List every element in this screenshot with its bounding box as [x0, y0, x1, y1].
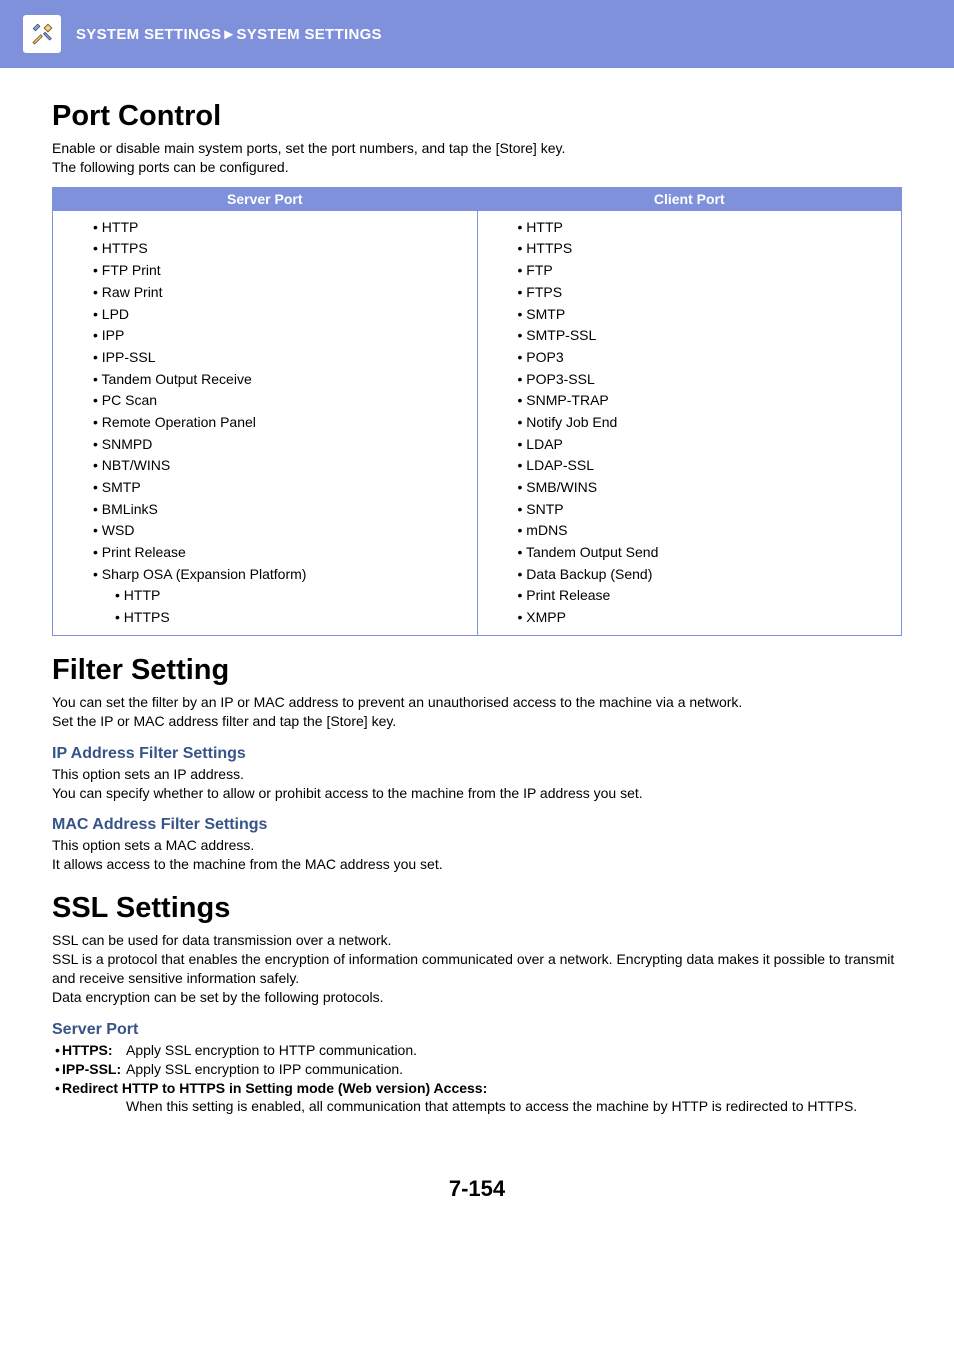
list-item: BMLinkS	[93, 499, 459, 521]
list-item: SMTP-SSL	[518, 325, 884, 347]
text: This option sets a MAC address.	[52, 837, 254, 853]
ssl-ipp-term: IPP-SSL:	[62, 1060, 126, 1079]
text: This option sets an IP address.	[52, 766, 244, 782]
ip-filter-heading: IP Address Filter Settings	[52, 745, 902, 763]
port-control-title: Port Control	[52, 100, 902, 133]
list-item: SNMPD	[93, 434, 459, 456]
text: The following ports can be configured.	[52, 159, 289, 175]
list-item: SMB/WINS	[518, 477, 884, 499]
breadcrumb: SYSTEM SETTINGS►SYSTEM SETTINGS	[76, 26, 382, 43]
list-item: SMTP	[93, 477, 459, 499]
list-item: NBT/WINS	[93, 455, 459, 477]
list-item: Tandem Output Receive	[93, 369, 459, 391]
client-port-header: Client Port	[477, 187, 902, 210]
list-item: HTTP	[518, 217, 884, 239]
ssl-definitions: • HTTPS: Apply SSL encryption to HTTP co…	[52, 1041, 902, 1117]
filter-intro: You can set the filter by an IP or MAC a…	[52, 693, 902, 731]
text: It allows access to the machine from the…	[52, 856, 443, 872]
list-item: HTTP	[93, 585, 459, 607]
list-item: IPP	[93, 325, 459, 347]
header-bar: SYSTEM SETTINGS►SYSTEM SETTINGS	[0, 0, 954, 68]
list-item: LPD	[93, 304, 459, 326]
list-item: PC Scan	[93, 390, 459, 412]
ssl-https-term: HTTPS:	[62, 1041, 126, 1060]
text: SSL can be used for data transmission ov…	[52, 932, 392, 948]
list-item: Data Backup (Send)	[518, 564, 884, 586]
ssl-redirect-desc: When this setting is enabled, all commun…	[52, 1097, 902, 1116]
filter-title: Filter Setting	[52, 654, 902, 687]
ssl-ipp-row: • IPP-SSL: Apply SSL encryption to IPP c…	[52, 1060, 902, 1079]
text: SSL is a protocol that enables the encry…	[52, 951, 894, 986]
list-item: SMTP	[518, 304, 884, 326]
list-item: WSD	[93, 520, 459, 542]
list-item: XMPP	[518, 607, 884, 629]
port-table: Server Port Client Port HTTPHTTPSFTP Pri…	[52, 187, 902, 636]
list-item: Notify Job End	[518, 412, 884, 434]
list-item: Raw Print	[93, 282, 459, 304]
ssl-title: SSL Settings	[52, 892, 902, 925]
list-item: SNTP	[518, 499, 884, 521]
mac-filter-heading: MAC Address Filter Settings	[52, 816, 902, 834]
mac-filter-body: This option sets a MAC address. It allow…	[52, 836, 902, 874]
list-item: FTP Print	[93, 260, 459, 282]
text: Set the IP or MAC address filter and tap…	[52, 713, 396, 729]
text: Enable or disable main system ports, set…	[52, 140, 565, 156]
list-item: HTTPS	[518, 238, 884, 260]
list-item: mDNS	[518, 520, 884, 542]
client-port-list: HTTPHTTPSFTPFTPSSMTPSMTP-SSLPOP3POP3-SSL…	[518, 217, 884, 629]
list-item: FTP	[518, 260, 884, 282]
list-item: IPP-SSL	[93, 347, 459, 369]
list-item: Print Release	[93, 542, 459, 564]
text: You can set the filter by an IP or MAC a…	[52, 694, 742, 710]
ssl-intro: SSL can be used for data transmission ov…	[52, 931, 902, 1007]
list-item: POP3	[518, 347, 884, 369]
ssl-server-heading: Server Port	[52, 1021, 902, 1039]
list-item: SNMP-TRAP	[518, 390, 884, 412]
ip-filter-body: This option sets an IP address. You can …	[52, 765, 902, 803]
list-item: HTTPS	[93, 238, 459, 260]
server-port-list: HTTPHTTPSFTP PrintRaw PrintLPDIPPIPP-SSL…	[93, 217, 459, 629]
port-control-intro: Enable or disable main system ports, set…	[52, 139, 902, 177]
text: You can specify whether to allow or proh…	[52, 785, 643, 801]
page-content: Port Control Enable or disable main syst…	[0, 68, 954, 1116]
list-item: HTTP	[93, 217, 459, 239]
ssl-https-row: • HTTPS: Apply SSL encryption to HTTP co…	[52, 1041, 902, 1060]
bullet-icon: •	[52, 1041, 62, 1060]
server-port-header: Server Port	[53, 187, 478, 210]
bullet-icon: •	[52, 1060, 62, 1079]
bullet-icon: •	[52, 1079, 62, 1098]
list-item: Sharp OSA (Expansion Platform)	[93, 564, 459, 586]
list-item: HTTPS	[93, 607, 459, 629]
list-item: Remote Operation Panel	[93, 412, 459, 434]
page-number: 7-154	[0, 1176, 954, 1232]
list-item: Print Release	[518, 585, 884, 607]
tools-icon	[22, 14, 62, 54]
list-item: LDAP	[518, 434, 884, 456]
list-item: LDAP-SSL	[518, 455, 884, 477]
ssl-ipp-desc: Apply SSL encryption to IPP communicatio…	[126, 1060, 403, 1079]
list-item: FTPS	[518, 282, 884, 304]
ssl-redirect-term: Redirect HTTP to HTTPS in Setting mode (…	[62, 1079, 487, 1098]
list-item: Tandem Output Send	[518, 542, 884, 564]
ssl-https-desc: Apply SSL encryption to HTTP communicati…	[126, 1041, 417, 1060]
text: Data encryption can be set by the follow…	[52, 989, 384, 1005]
ssl-redirect-row: • Redirect HTTP to HTTPS in Setting mode…	[52, 1079, 902, 1098]
list-item: POP3-SSL	[518, 369, 884, 391]
